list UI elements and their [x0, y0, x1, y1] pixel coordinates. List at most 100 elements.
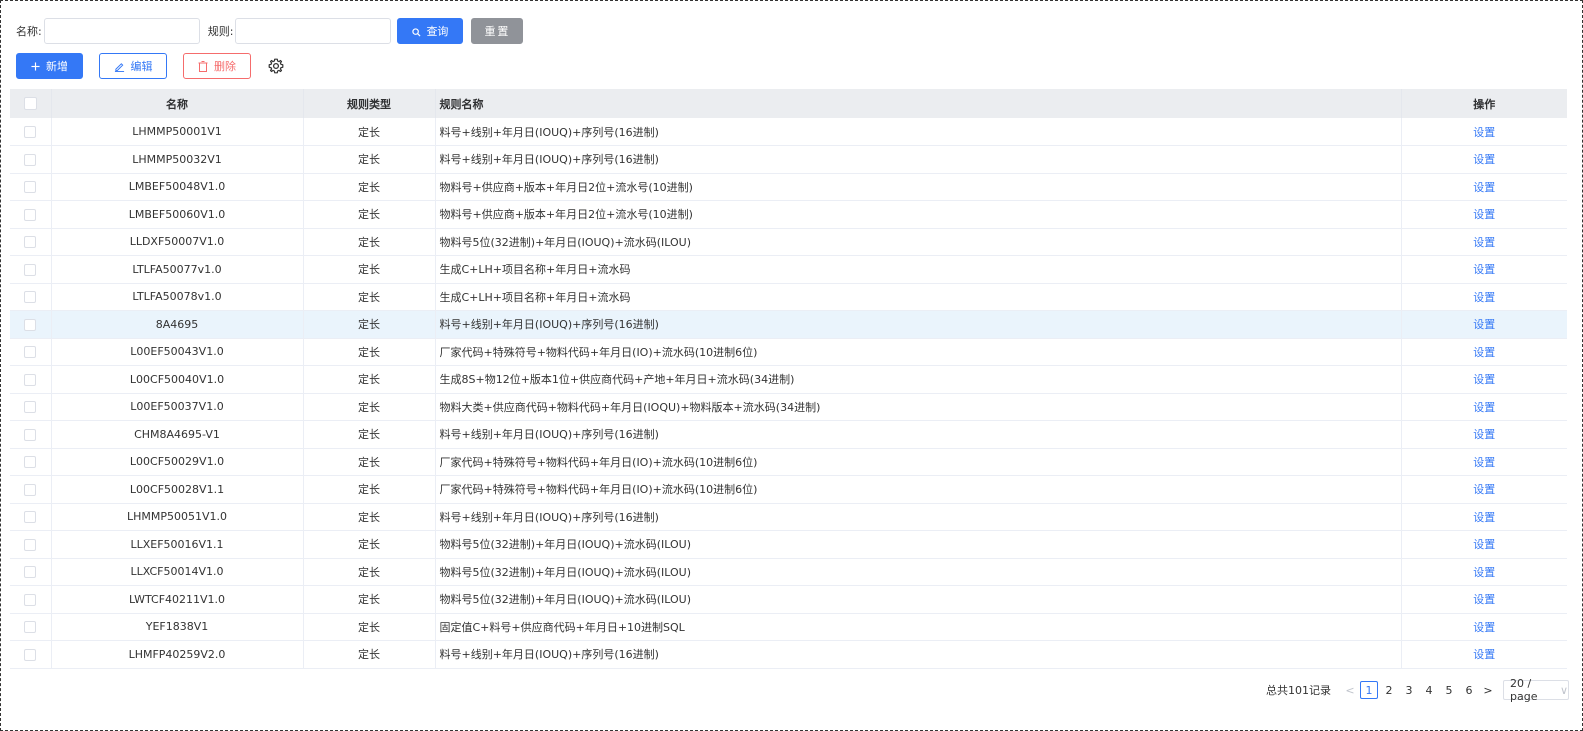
table-row[interactable]: L00CF50028V1.1 定长 厂家代码+特殊符号+物料代码+年月日(IO)+流…	[10, 475, 1567, 504]
table-row[interactable]: L00EF50037V1.0 定长 物料大类+供应商代码+物料代码+年月日(IOQU…	[10, 393, 1567, 421]
page-size-select[interactable]: 20 / page ∨	[1503, 677, 1569, 703]
cell-name: L00CF50028V1.1	[51, 475, 304, 503]
page-6-button[interactable]: 6	[1459, 681, 1479, 699]
rule-input[interactable]	[235, 18, 392, 44]
cell-name: LHMFP40259V2.0	[51, 640, 304, 668]
row-checkbox[interactable]	[10, 420, 52, 448]
cell-rule-name: 物料号5位(32进制)+年月日(IOUQ)+流水码(ILOU)	[435, 585, 1402, 613]
row-checkbox[interactable]	[10, 585, 52, 613]
settings-link[interactable]: 设置	[1401, 366, 1567, 394]
add-label: 新增	[46, 60, 68, 73]
table-row[interactable]: L00CF50029V1.0 定长 厂家代码+特殊符号+物料代码+年月日(IO)+流…	[10, 448, 1567, 476]
settings-link[interactable]: 设置	[1401, 641, 1567, 669]
settings-link[interactable]: 设置	[1401, 338, 1567, 366]
cell-rule-type: 定长	[303, 338, 436, 366]
table-row[interactable]: LMBEF50048V1.0 定长 物料号+供应商+版本+年月日2位+流水号(10进…	[10, 173, 1567, 201]
row-checkbox[interactable]	[10, 475, 52, 503]
settings-link[interactable]: 设置	[1401, 118, 1567, 146]
name-input[interactable]	[43, 18, 200, 44]
table-row[interactable]: LMBEF50060V1.0 定长 物料号+供应商+版本+年月日2位+流水号(10进…	[10, 200, 1567, 229]
settings-link[interactable]: 设置	[1401, 311, 1567, 339]
table-row[interactable]: LTLFA50078v1.0 定长 生成C+LH+项目名称+年月日+流水码 设置	[10, 283, 1567, 311]
chevron-down-icon: ∨	[1559, 683, 1568, 697]
settings-link[interactable]: 设置	[1401, 201, 1567, 229]
settings-link[interactable]: 设置	[1401, 613, 1567, 641]
cell-name: L00CF50040V1.0	[51, 365, 304, 393]
row-checkbox[interactable]	[10, 145, 52, 173]
settings-link[interactable]: 设置	[1401, 448, 1567, 476]
row-checkbox[interactable]	[10, 200, 52, 228]
cell-rule-type: 定长	[303, 530, 436, 558]
edit-button[interactable]: 编辑	[99, 53, 167, 79]
settings-link[interactable]: 设置	[1401, 558, 1567, 586]
cell-name: L00EF50037V1.0	[51, 393, 304, 421]
table-row[interactable]: LHMMP50032V1 定长 料号+线别+年月日(IOUQ)+序列号(16进制) 设…	[10, 145, 1567, 174]
row-checkbox[interactable]	[10, 448, 52, 476]
table-row[interactable]: LHMMP50001V1 定长 料号+线别+年月日(IOUQ)+序列号(16进制) 设…	[10, 118, 1567, 146]
table-row[interactable]: LHMMP50051V1.0 定长 料号+线别+年月日(IOUQ)+序列号(16进制…	[10, 503, 1567, 531]
row-checkbox[interactable]	[10, 283, 52, 311]
row-checkbox[interactable]	[10, 338, 52, 366]
table-row[interactable]: YEF1838V1 定长 固定值C+料号+供应商代码+年月日+10进制SQL 设置	[10, 613, 1567, 641]
row-checkbox[interactable]	[10, 503, 52, 531]
settings-link[interactable]: 设置	[1401, 146, 1567, 174]
table-row[interactable]: CHM8A4695-V1 定长 料号+线别+年月日(IOUQ)+序列号(16进制) 设…	[10, 420, 1567, 449]
row-checkbox[interactable]	[10, 173, 52, 201]
settings-link[interactable]: 设置	[1401, 228, 1567, 256]
select-all-checkbox[interactable]	[10, 89, 52, 118]
cell-rule-type: 定长	[303, 173, 436, 201]
settings-link[interactable]: 设置	[1401, 421, 1567, 449]
delete-button[interactable]: 删除	[183, 53, 251, 79]
row-checkbox[interactable]	[10, 558, 52, 586]
table-row[interactable]: 8A4695 定长 料号+线别+年月日(IOUQ)+序列号(16进制) 设置	[10, 310, 1567, 339]
settings-link[interactable]: 设置	[1401, 531, 1567, 559]
pagination: 总共101记录 < 123456 > 20 / page ∨	[1266, 677, 1569, 703]
cell-rule-type: 定长	[303, 613, 436, 641]
page-1-button[interactable]: 1	[1360, 681, 1378, 699]
query-button[interactable]: 查询	[397, 18, 464, 44]
table-row[interactable]: L00EF50043V1.0 定长 厂家代码+特殊符号+物料代码+年月日(IO)+流…	[10, 338, 1567, 366]
settings-link[interactable]: 设置	[1401, 393, 1567, 421]
gear-icon[interactable]	[267, 57, 285, 75]
cell-name: LTLFA50078v1.0	[51, 283, 304, 311]
cell-rule-name: 料号+线别+年月日(IOUQ)+序列号(16进制)	[435, 118, 1402, 146]
row-checkbox[interactable]	[10, 365, 52, 393]
table-row[interactable]: LLXEF50016V1.1 定长 物料号5位(32进制)+年月日(IOUQ)+流水…	[10, 530, 1567, 559]
row-checkbox[interactable]	[10, 530, 52, 558]
row-checkbox[interactable]	[10, 640, 52, 668]
settings-link[interactable]: 设置	[1401, 256, 1567, 284]
prev-page-button[interactable]: <	[1341, 684, 1359, 697]
row-checkbox[interactable]	[10, 613, 52, 641]
settings-link[interactable]: 设置	[1401, 586, 1567, 614]
row-checkbox[interactable]	[10, 310, 52, 338]
cell-rule-type: 定长	[303, 283, 436, 311]
table-row[interactable]: LHMFP40259V2.0 定长 料号+线别+年月日(IOUQ)+序列号(16进制…	[10, 640, 1567, 669]
table-row[interactable]: LWTCF40211V1.0 定长 物料号5位(32进制)+年月日(IOUQ)+流水…	[10, 585, 1567, 614]
next-page-button[interactable]: >	[1479, 684, 1497, 697]
cell-name: LHMMP50051V1.0	[51, 503, 304, 531]
table-row[interactable]: LLXCF50014V1.0 定长 物料号5位(32进制)+年月日(IOUQ)+流水…	[10, 558, 1567, 586]
row-checkbox[interactable]	[10, 228, 52, 256]
settings-link[interactable]: 设置	[1401, 283, 1567, 311]
cell-rule-type: 定长	[303, 448, 436, 476]
settings-link[interactable]: 设置	[1401, 503, 1567, 531]
add-button[interactable]: 新增	[16, 53, 83, 79]
row-checkbox[interactable]	[10, 118, 52, 146]
row-checkbox[interactable]	[10, 393, 52, 421]
settings-link[interactable]: 设置	[1401, 173, 1567, 201]
cell-rule-type: 定长	[303, 255, 436, 283]
page-2-button[interactable]: 2	[1379, 681, 1399, 699]
cell-rule-name: 料号+线别+年月日(IOUQ)+序列号(16进制)	[435, 503, 1402, 531]
table-row[interactable]: LLDXF50007V1.0 定长 物料号5位(32进制)+年月日(IOUQ)+流水…	[10, 228, 1567, 256]
table-row[interactable]: L00CF50040V1.0 定长 生成8S+物12位+版本1位+供应商代码+产地+…	[10, 365, 1567, 394]
page-5-button[interactable]: 5	[1439, 681, 1459, 699]
cell-rule-name: 料号+线别+年月日(IOUQ)+序列号(16进制)	[435, 640, 1402, 668]
page-3-button[interactable]: 3	[1399, 681, 1419, 699]
cell-rule-type: 定长	[303, 145, 436, 173]
settings-link[interactable]: 设置	[1401, 476, 1567, 504]
page-4-button[interactable]: 4	[1419, 681, 1439, 699]
reset-button[interactable]: 重置	[471, 18, 524, 44]
row-checkbox[interactable]	[10, 255, 52, 283]
table-header: 名称 规则类型 规则名称 操作	[10, 89, 1567, 118]
table-row[interactable]: LTLFA50077v1.0 定长 生成C+LH+项目名称+年月日+流水码 设置	[10, 255, 1567, 284]
